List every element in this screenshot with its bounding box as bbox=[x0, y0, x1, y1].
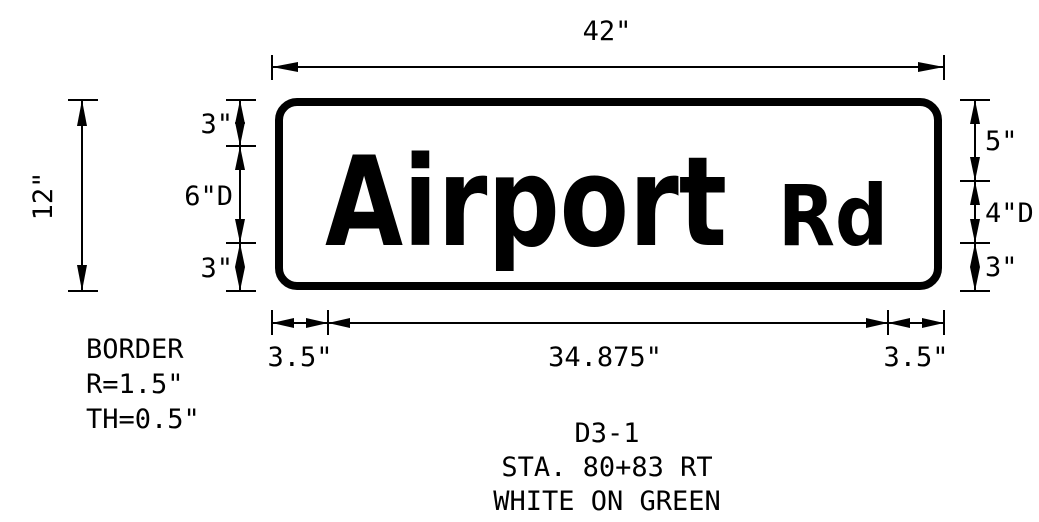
left-bottom-margin-label: 3" bbox=[200, 253, 233, 284]
left-vertical-dimensions: 3" 6"D 3" bbox=[184, 99, 256, 292]
sign-info: D3-1 STA. 80+83 RT WHITE ON GREEN bbox=[493, 418, 721, 517]
right-bottom-margin-label: 3" bbox=[985, 252, 1018, 283]
overall-height-label: 12" bbox=[28, 172, 59, 221]
sign-legend-suffix: Rd bbox=[778, 167, 888, 265]
border-note-line3: TH=0.5" bbox=[86, 404, 200, 435]
overall-width-label: 42" bbox=[583, 16, 632, 47]
sign-drawing: 42" 12" 3" 6"D 3" Airport Rd 5" 4"D 3" 3… bbox=[28, 16, 1034, 517]
right-top-margin-label: 5" bbox=[985, 126, 1018, 157]
sign-panel: Airport Rd bbox=[275, 98, 942, 290]
sign-station: STA. 80+83 RT bbox=[501, 452, 712, 483]
legend-width-label: 34.875" bbox=[548, 342, 662, 373]
border-note-line1: BORDER bbox=[86, 334, 184, 365]
left-top-margin-label: 3" bbox=[200, 109, 233, 140]
right-letter-height-label: 4"D bbox=[985, 198, 1034, 229]
right-side-margin-label: 3.5" bbox=[883, 342, 948, 373]
border-note: BORDER R=1.5" TH=0.5" bbox=[86, 334, 200, 435]
sign-colors: WHITE ON GREEN bbox=[493, 486, 721, 517]
sign-code: D3-1 bbox=[574, 418, 639, 449]
left-letter-height-label: 6"D bbox=[184, 181, 233, 212]
border-note-line2: R=1.5" bbox=[86, 369, 184, 400]
sign-legend-main: Airport bbox=[325, 131, 727, 275]
bottom-horizontal-dimensions: 3.5" 34.875" 3.5" bbox=[267, 310, 949, 373]
left-side-margin-label: 3.5" bbox=[267, 342, 332, 373]
overall-height-dimension: 12" bbox=[28, 99, 98, 292]
overall-width-dimension: 42" bbox=[271, 16, 945, 80]
right-vertical-dimensions: 5" 4"D 3" bbox=[960, 99, 1034, 292]
